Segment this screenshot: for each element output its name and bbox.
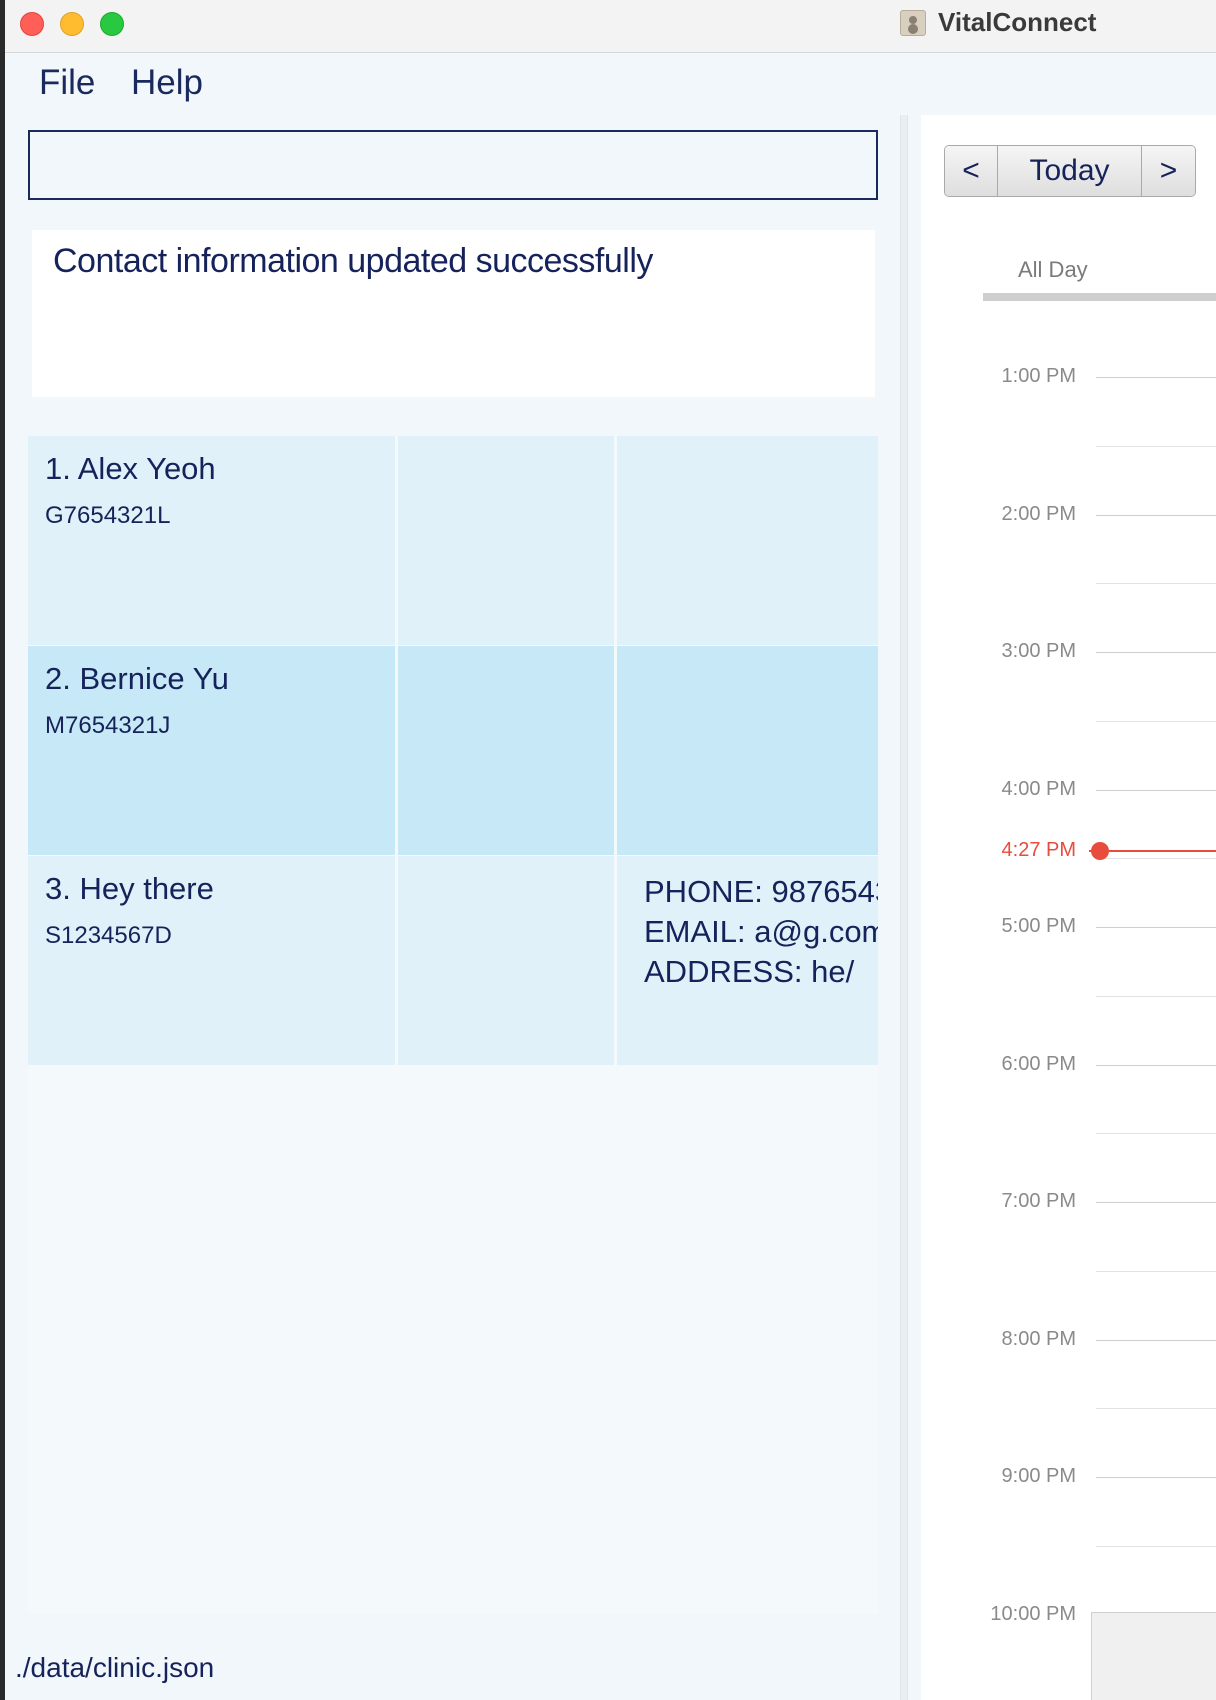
calendar-slot[interactable] [1091,1612,1216,1700]
calendar-today-button[interactable]: Today [998,146,1142,196]
column-divider [614,646,617,855]
half-hour-gridline [1096,995,1216,997]
hour-gridline [1096,377,1216,378]
hour-label: 4:00 PM [1001,777,1076,800]
hour-label: 6:00 PM [1001,1052,1076,1075]
calendar-pane: < Today > All Day 1:00 PM 2:00 PM 3:00 PM 4… [921,115,1216,1700]
calendar-next-button[interactable]: > [1142,146,1195,196]
contacts-app-icon [900,10,926,36]
half-hour-gridline [1096,1133,1216,1135]
contact-details: PHONE: 98765432 EMAIL: a@g.com ADDRESS: … [644,872,878,992]
column-divider [614,856,617,1065]
contact-id: S1234567D [45,922,172,949]
contact-name: 2. Bernice Yu [45,661,229,696]
half-hour-gridline [1096,858,1216,860]
maximize-window-button[interactable] [100,12,124,36]
contact-card-selected[interactable]: 2. Bernice Yu M7654321J [28,646,878,855]
contact-id: G7654321L [45,502,171,529]
hour-gridline [1096,927,1216,928]
hour-gridline [1096,789,1216,791]
menu-bar: File Help [5,53,1216,115]
contact-card[interactable]: 1. Alex Yeoh G7654321L [28,436,878,645]
column-divider [614,436,617,645]
hour-label: 7:00 PM [1001,1190,1076,1212]
all-day-bar[interactable] [983,293,1216,301]
menu-file[interactable]: File [39,63,95,103]
menu-help[interactable]: Help [131,63,203,103]
contact-name: 3. Hey there [45,871,214,906]
contact-phone: PHONE: 98765432 [644,874,878,909]
contact-address: ADDRESS: he/ [644,954,855,989]
column-divider [395,856,398,1065]
calendar-nav: < Today > [944,145,1196,197]
hour-label: 3:00 PM [1001,640,1076,662]
hour-gridline [1096,652,1216,653]
half-hour-gridline [1096,720,1216,722]
half-hour-gridline [1096,1270,1216,1272]
contact-email: EMAIL: a@g.com [644,914,878,949]
half-hour-gridline [1096,445,1216,447]
hour-label: 1:00 PM [1001,365,1076,387]
command-input[interactable] [28,130,878,200]
current-time-label: 4:27 PM [1001,839,1076,862]
title-bar: VitalConnect [5,0,1216,53]
column-divider [395,436,398,645]
calendar-prev-button[interactable]: < [945,146,998,196]
half-hour-gridline [1096,1408,1216,1410]
hour-label: 9:00 PM [1001,1465,1076,1487]
result-display: Contact information updated successfully [32,230,875,397]
app-window: VitalConnect File Help Contact informati… [5,0,1216,1700]
hour-label: 10:00 PM [990,1602,1076,1625]
split-pane-divider[interactable] [900,115,908,1700]
all-day-label: All Day [1018,257,1088,282]
half-hour-gridline [1096,583,1216,585]
column-divider [395,646,398,855]
contact-name: 1. Alex Yeoh [45,451,216,486]
hour-gridline [1096,1064,1216,1066]
minimize-window-button[interactable] [60,12,84,36]
half-hour-gridline [1096,1545,1216,1547]
hour-label: 2:00 PM [1001,502,1076,525]
hour-gridline [1096,1202,1216,1203]
close-window-button[interactable] [20,12,44,36]
hour-label: 5:00 PM [1001,915,1076,937]
hour-gridline [1096,1477,1216,1478]
window-title: VitalConnect [938,7,1097,37]
contact-id: M7654321J [45,712,171,739]
hour-label: 8:00 PM [1001,1327,1076,1350]
contact-list[interactable]: 1. Alex Yeoh G7654321L 2. Bernice Yu M76… [28,436,878,1614]
hour-gridline [1096,514,1216,516]
status-file-path: ./data/clinic.json [15,1652,215,1683]
result-message: Contact information updated successfully [53,242,653,280]
contact-card[interactable]: 3. Hey there S1234567D PHONE: 98765432 E… [28,856,878,1065]
hour-gridline [1096,1339,1216,1341]
